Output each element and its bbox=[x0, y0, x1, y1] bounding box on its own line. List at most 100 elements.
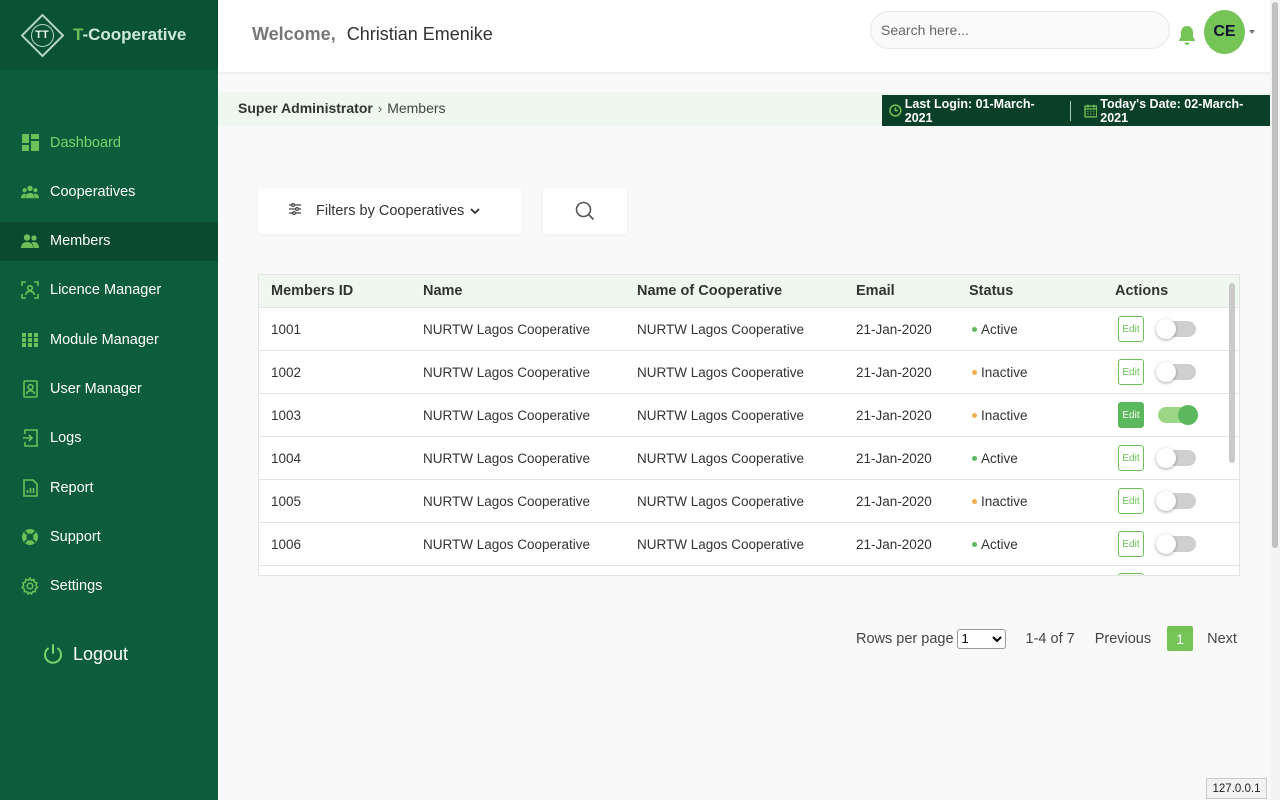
sidebar-item-logs[interactable]: Logs bbox=[0, 419, 218, 458]
logout-label: Logout bbox=[73, 643, 129, 664]
edit-button[interactable]: Edit bbox=[1118, 531, 1144, 557]
edit-button[interactable]: Edit bbox=[1118, 316, 1144, 342]
last-login: Last Login: 01-March-2021 bbox=[904, 96, 1035, 125]
page-scrollbar[interactable] bbox=[1270, 0, 1280, 800]
table-row bbox=[259, 566, 1239, 575]
status-text: Active bbox=[981, 321, 1018, 337]
column-header-actions: Actions bbox=[1115, 283, 1169, 299]
member-name: NURTW Lagos Cooperative bbox=[423, 407, 591, 423]
column-header-cooperative[interactable]: Name of Cooperative bbox=[637, 283, 782, 299]
status-toggle[interactable] bbox=[1158, 405, 1198, 425]
welcome-label: Welcome, bbox=[252, 24, 336, 44]
breadcrumb-bar: Super Administrator › Members Last Login… bbox=[218, 92, 1274, 126]
search-button[interactable] bbox=[543, 188, 627, 234]
top-header: Welcome, Christian Emenike CE bbox=[218, 0, 1280, 72]
members-icon bbox=[21, 232, 39, 250]
table-row: 1006 NURTW Lagos Cooperative NURTW Lagos C… bbox=[259, 523, 1239, 566]
caret-down-icon[interactable] bbox=[1249, 30, 1255, 34]
sidebar-item-label: Licence Manager bbox=[50, 282, 162, 299]
column-header-name[interactable]: Name bbox=[423, 283, 463, 299]
status-dot bbox=[972, 498, 977, 504]
cooperative-name: NURTW Lagos Cooperative bbox=[637, 364, 805, 380]
column-header-members-id[interactable]: Members ID bbox=[271, 283, 353, 299]
sidebar-item-user-manager[interactable]: User Manager bbox=[0, 369, 218, 408]
edit-button[interactable] bbox=[1118, 573, 1144, 575]
table-scrollbar[interactable] bbox=[1229, 283, 1235, 463]
member-email: 21-Jan-2020 bbox=[856, 536, 932, 552]
user-name: Christian Emenike bbox=[346, 24, 493, 44]
sidebar-item-support[interactable]: Support bbox=[0, 517, 218, 556]
toggle-knob bbox=[1156, 491, 1176, 511]
member-id: 1004 bbox=[271, 450, 302, 466]
status-badge: Inactive bbox=[972, 408, 1028, 423]
sidebar: TT T-Cooperative Dashboard Cooperatives … bbox=[0, 0, 218, 800]
status-badge: Active bbox=[972, 322, 1018, 337]
status-text: Inactive bbox=[981, 407, 1028, 423]
edit-button[interactable]: Edit bbox=[1118, 445, 1144, 471]
status-toggle[interactable] bbox=[1156, 319, 1196, 339]
table-header: Members ID Name Name of Cooperative Emai… bbox=[259, 275, 1239, 308]
sidebar-item-cooperatives[interactable]: Cooperatives bbox=[0, 172, 218, 211]
avatar-initials: CE bbox=[1213, 23, 1236, 40]
sidebar-item-label: Cooperatives bbox=[50, 183, 136, 200]
chevron-down-icon bbox=[470, 203, 480, 219]
sidebar-item-label: Report bbox=[50, 479, 94, 496]
table-row: 1004 NURTW Lagos Cooperative NURTW Lagos C… bbox=[259, 437, 1239, 480]
member-name: NURTW Lagos Cooperative bbox=[423, 321, 591, 337]
edit-button[interactable]: Edit bbox=[1118, 488, 1144, 514]
sidebar-item-members[interactable]: Members bbox=[0, 221, 218, 261]
brand-logo: TT bbox=[20, 13, 64, 57]
page-scrollbar-thumb[interactable] bbox=[1272, 2, 1278, 548]
avatar[interactable]: CE bbox=[1204, 10, 1245, 54]
brand[interactable]: TT T-Cooperative bbox=[0, 0, 218, 70]
edit-button[interactable]: Edit bbox=[1118, 402, 1144, 428]
status-badge: Active bbox=[972, 451, 1018, 466]
status-dot bbox=[972, 412, 977, 418]
member-name: NURTW Lagos Cooperative bbox=[423, 493, 591, 509]
status-dot bbox=[972, 326, 977, 332]
user-badge-icon bbox=[21, 380, 39, 398]
member-id: 1001 bbox=[271, 321, 302, 337]
toggle-knob bbox=[1156, 362, 1176, 382]
sidebar-item-settings[interactable]: Settings bbox=[0, 567, 218, 606]
status-badge: Active bbox=[972, 537, 1018, 552]
member-id: 1002 bbox=[271, 364, 302, 380]
logout-button[interactable]: Logout bbox=[42, 643, 128, 665]
breadcrumb-root[interactable]: Super Administrator bbox=[238, 100, 373, 116]
sidebar-item-label: Module Manager bbox=[50, 331, 159, 348]
today-date: Today's Date: 02-March-2021 bbox=[1100, 96, 1244, 125]
member-email: 21-Jan-2020 bbox=[856, 321, 932, 337]
member-id: 1003 bbox=[271, 407, 302, 423]
status-toggle[interactable] bbox=[1156, 534, 1196, 554]
sidebar-item-label: Settings bbox=[50, 578, 103, 595]
group-icon bbox=[21, 183, 39, 201]
status-toggle[interactable] bbox=[1156, 362, 1196, 382]
member-email: 21-Jan-2020 bbox=[856, 407, 932, 423]
filter-by-cooperatives-button[interactable]: Filters by Cooperatives bbox=[258, 188, 522, 234]
member-email: 21-Jan-2020 bbox=[856, 450, 932, 466]
next-page-button[interactable]: Next bbox=[1207, 631, 1237, 647]
status-toggle[interactable] bbox=[1156, 491, 1196, 511]
column-header-email[interactable]: Email bbox=[856, 283, 895, 299]
cooperative-name: NURTW Lagos Cooperative bbox=[637, 321, 805, 337]
status-toggle[interactable] bbox=[1156, 448, 1196, 468]
column-header-status[interactable]: Status bbox=[969, 283, 1013, 299]
sidebar-item-report[interactable]: Report bbox=[0, 468, 218, 507]
toggle-knob bbox=[1178, 405, 1198, 425]
search-icon bbox=[575, 201, 595, 221]
sidebar-item-module-manager[interactable]: Module Manager bbox=[0, 320, 218, 359]
table-body: 1001 NURTW Lagos Cooperative NURTW Lagos C… bbox=[259, 308, 1239, 575]
sidebar-item-dashboard[interactable]: Dashboard bbox=[0, 123, 218, 162]
sidebar-nav: Dashboard Cooperatives Members Licence M… bbox=[0, 123, 218, 616]
rows-per-page-select[interactable]: 1 bbox=[956, 628, 1006, 649]
previous-page-button[interactable]: Previous bbox=[1095, 631, 1151, 647]
page-1-button[interactable]: 1 bbox=[1167, 626, 1194, 651]
search-input[interactable] bbox=[870, 11, 1170, 49]
grid-icon bbox=[21, 331, 39, 349]
sidebar-item-licence-manager[interactable]: Licence Manager bbox=[0, 271, 218, 310]
edit-button[interactable]: Edit bbox=[1118, 359, 1144, 385]
brand-name: T-Cooperative bbox=[73, 25, 187, 44]
notification-bell-icon[interactable] bbox=[1176, 24, 1198, 46]
member-email: 21-Jan-2020 bbox=[856, 493, 932, 509]
licence-icon bbox=[21, 281, 39, 300]
